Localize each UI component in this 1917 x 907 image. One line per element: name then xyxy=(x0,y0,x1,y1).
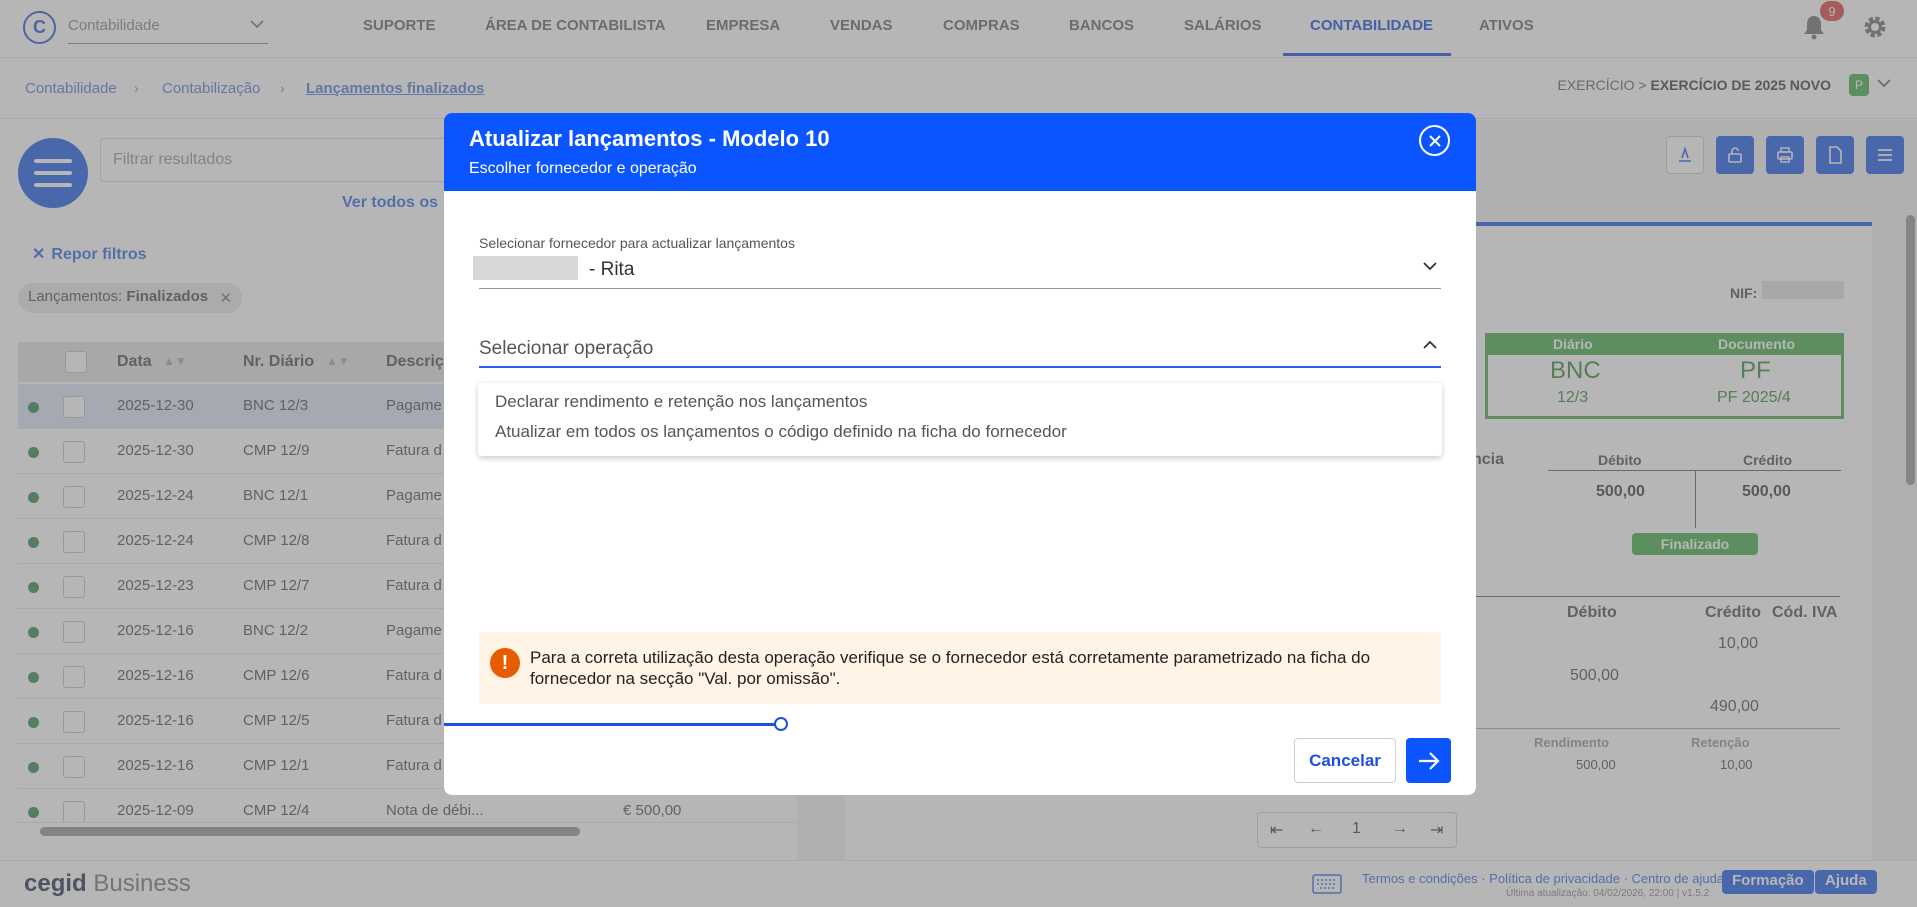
supplier-select-value: - Rita xyxy=(589,259,635,280)
operation-select[interactable]: Selecionar operação xyxy=(479,330,1441,368)
step-progress-bar xyxy=(444,723,781,726)
warning-icon: ! xyxy=(490,648,520,678)
modal-title: Atualizar lançamentos - Modelo 10 xyxy=(469,126,830,151)
option-update-supplier-code[interactable]: Atualizar em todos os lançamentos o códi… xyxy=(495,422,1067,442)
operation-select-placeholder: Selecionar operação xyxy=(479,338,654,359)
step-progress-marker xyxy=(774,717,788,731)
option-declare-income-retention[interactable]: Declarar rendimento e retenção nos lança… xyxy=(495,392,867,412)
chevron-up-icon xyxy=(1423,340,1437,350)
operation-dropdown-menu: Declarar rendimento e retenção nos lança… xyxy=(478,383,1442,456)
cancel-button[interactable]: Cancelar xyxy=(1294,738,1396,783)
supplier-field-label: Selecionar fornecedor para actualizar la… xyxy=(479,235,795,251)
close-icon[interactable] xyxy=(1419,125,1450,156)
supplier-select[interactable]: - Rita xyxy=(473,253,1441,289)
warning-alert: ! Para a correta utilização desta operaç… xyxy=(479,632,1441,704)
next-button[interactable] xyxy=(1406,738,1451,783)
modal-header: Atualizar lançamentos - Modelo 10 Escolh… xyxy=(444,113,1476,191)
chevron-down-icon xyxy=(1423,261,1437,271)
arrow-right-icon xyxy=(1418,751,1440,770)
update-entries-modal: Atualizar lançamentos - Modelo 10 Escolh… xyxy=(444,113,1476,795)
warning-message: Para a correta utilização desta operação… xyxy=(530,648,1371,688)
modal-subtitle: Escolher fornecedor e operação xyxy=(469,160,697,177)
supplier-code-redacted xyxy=(473,256,578,280)
